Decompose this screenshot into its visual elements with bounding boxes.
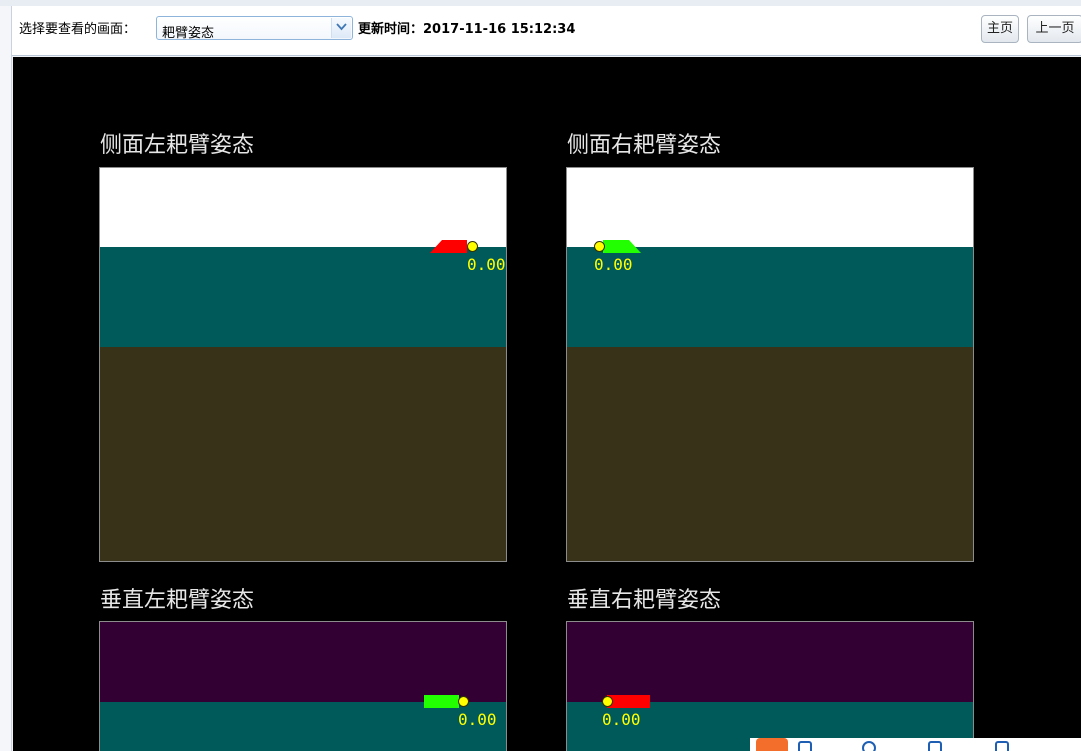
drag-arm-left-vertical <box>424 695 459 708</box>
vertical-right-value: 0.00 <box>602 710 641 729</box>
view-select[interactable]: 耙臂姿态 <box>156 16 353 41</box>
side-left-value: 0.00 <box>467 255 506 274</box>
panel-title-vertical-left: 垂直左耙臂姿态 <box>100 588 255 613</box>
panel-title-vertical-right: 垂直右耙臂姿态 <box>567 588 722 613</box>
arm-joint-marker <box>467 241 478 252</box>
left-frame-strip <box>0 6 12 751</box>
drag-arm-right-vertical <box>607 695 650 708</box>
view-select-label: 选择要查看的画面： <box>19 22 137 37</box>
arm-joint-marker <box>458 696 469 707</box>
previous-page-button[interactable]: 上一页 <box>1027 15 1081 43</box>
water-area <box>100 702 506 751</box>
panel-vertical-right: 0.00 <box>566 621 974 751</box>
ime-emoji-icon[interactable] <box>862 741 876 751</box>
side-right-value: 0.00 <box>594 255 633 274</box>
update-time-label: 更新时间： <box>358 22 424 37</box>
ime-mode-icon[interactable] <box>798 741 812 751</box>
chevron-down-icon[interactable] <box>331 18 351 38</box>
app-window: 选择要查看的画面： 耙臂姿态 更新时间：2017-11-16 15:12:34 … <box>0 0 1081 751</box>
ime-toolbar[interactable] <box>750 738 1081 751</box>
seabed-area <box>100 347 506 561</box>
panel-title-side-right: 侧面右耙臂姿态 <box>567 133 722 158</box>
drag-arm-right-side <box>603 240 641 253</box>
arm-joint-marker <box>602 696 613 707</box>
update-time-value: 2017-11-16 15:12:34 <box>423 22 576 37</box>
ime-settings-icon[interactable] <box>995 741 1009 751</box>
panel-side-right: 0.00 <box>566 167 974 562</box>
view-select-value: 耙臂姿态 <box>162 26 215 41</box>
scada-display: 侧面左耙臂姿态 0.00 侧面右耙臂姿态 0.00 垂直左耙臂姿态 0.00 垂… <box>13 57 1081 751</box>
ime-logo-icon[interactable] <box>756 738 788 751</box>
sky-area <box>100 168 506 247</box>
seabed-area <box>567 347 973 561</box>
panel-vertical-left: 0.00 <box>99 621 507 751</box>
panel-title-side-left: 侧面左耙臂姿态 <box>100 133 255 158</box>
home-button[interactable]: 主页 <box>981 15 1019 43</box>
vertical-top-area <box>100 622 506 702</box>
panel-side-left: 0.00 <box>99 167 507 562</box>
vertical-top-area <box>567 622 973 702</box>
vertical-left-value: 0.00 <box>458 710 497 729</box>
update-time: 更新时间：2017-11-16 15:12:34 <box>358 18 575 37</box>
arm-joint-marker <box>594 241 605 252</box>
water-area <box>100 247 506 347</box>
sky-area <box>567 168 973 247</box>
toolbar: 选择要查看的画面： 耙臂姿态 更新时间：2017-11-16 15:12:34 … <box>12 6 1081 56</box>
ime-keyboard-icon[interactable] <box>928 741 942 751</box>
